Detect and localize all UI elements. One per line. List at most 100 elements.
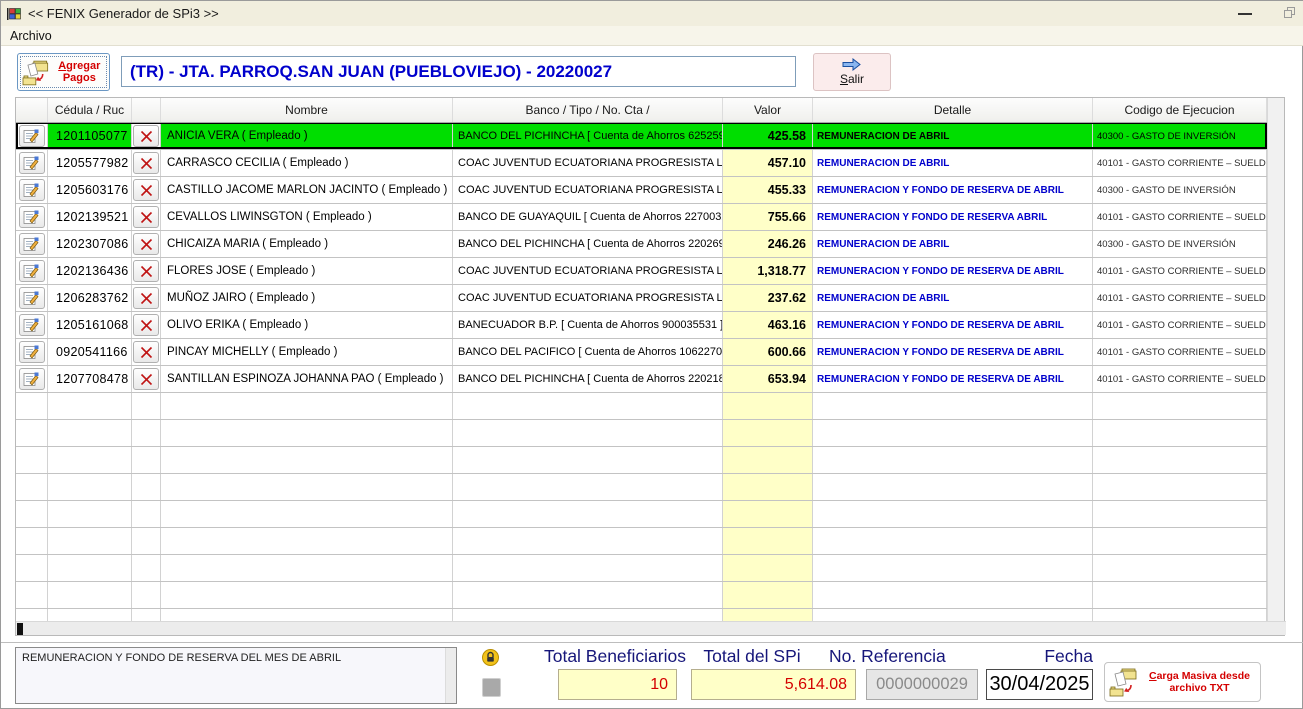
delete-row-button[interactable] [133, 233, 159, 255]
edit-row-button[interactable] [19, 233, 45, 255]
detalle-cell[interactable]: REMUNERACION DE ABRIL [813, 123, 1093, 149]
delete-row-button[interactable] [133, 206, 159, 228]
nombre-cell[interactable]: MUÑOZ JAIRO ( Empleado ) [161, 285, 453, 311]
total-beneficiarios-field[interactable] [558, 669, 677, 700]
banco-cell[interactable]: COAC JUVENTUD ECUATORIANA PROGRESISTA LT… [453, 285, 723, 311]
delete-row-button[interactable] [133, 152, 159, 174]
valor-cell[interactable]: 246.26 [723, 231, 813, 257]
minimize-button[interactable] [1238, 13, 1252, 15]
valor-cell[interactable]: 455.33 [723, 177, 813, 203]
nombre-cell[interactable]: PINCAY MICHELLY ( Empleado ) [161, 339, 453, 365]
entity-title-field[interactable] [121, 56, 796, 87]
codigo-cell[interactable]: 40300 - GASTO DE INVERSIÓN [1093, 177, 1267, 203]
edit-row-button[interactable] [19, 341, 45, 363]
cedula-cell[interactable]: 1207708478 [48, 366, 132, 392]
edit-row-button[interactable] [19, 125, 45, 147]
detalle-cell[interactable]: REMUNERACION Y FONDO DE RESERVA DE ABRIL [813, 258, 1093, 284]
agregar-pagos-button[interactable]: Agregar Pagos [17, 53, 110, 91]
delete-row-button[interactable] [133, 368, 159, 390]
nombre-cell[interactable]: CASTILLO JACOME MARLON JACINTO ( Emplead… [161, 177, 453, 203]
codigo-cell[interactable]: 40300 - GASTO DE INVERSIÓN [1093, 231, 1267, 257]
banco-cell[interactable]: BANCO DEL PICHINCHA [ Cuenta de Ahorros … [453, 123, 723, 149]
column-header-valor[interactable]: Valor [723, 98, 813, 122]
codigo-cell[interactable]: 40101 - GASTO CORRIENTE – SUELDOS [1093, 312, 1267, 338]
table-row[interactable]: 1205577982 CARRASCO CECILIA ( Empleado )C… [16, 150, 1267, 177]
table-row[interactable]: 1201105077 ANICIA VERA ( Empleado )BANCO … [16, 123, 1267, 150]
codigo-cell[interactable]: 40300 - GASTO DE INVERSIÓN [1093, 123, 1267, 149]
cedula-cell[interactable]: 1201105077 [48, 123, 132, 149]
salir-button[interactable]: Salir [813, 53, 891, 91]
table-row[interactable]: 0920541166 PINCAY MICHELLY ( Empleado )BA… [16, 339, 1267, 366]
nombre-cell[interactable]: CHICAIZA MARIA ( Empleado ) [161, 231, 453, 257]
memo-scrollbar[interactable] [445, 648, 456, 703]
cedula-cell[interactable]: 0920541166 [48, 339, 132, 365]
no-referencia-field[interactable] [866, 669, 978, 700]
cedula-cell[interactable]: 1202139521 [48, 204, 132, 230]
delete-row-button[interactable] [133, 287, 159, 309]
table-row[interactable]: 1205161068 OLIVO ERIKA ( Empleado )BANECU… [16, 312, 1267, 339]
detalle-cell[interactable]: REMUNERACION DE ABRIL [813, 231, 1093, 257]
edit-row-button[interactable] [19, 260, 45, 282]
valor-cell[interactable]: 1,318.77 [723, 258, 813, 284]
nombre-cell[interactable]: CARRASCO CECILIA ( Empleado ) [161, 150, 453, 176]
valor-cell[interactable]: 755.66 [723, 204, 813, 230]
column-header-detalle[interactable]: Detalle [813, 98, 1093, 122]
column-header-nombre[interactable]: Nombre [161, 98, 453, 122]
scrollbar-thumb[interactable] [17, 623, 23, 635]
nombre-cell[interactable]: OLIVO ERIKA ( Empleado ) [161, 312, 453, 338]
grid-horizontal-scrollbar[interactable] [16, 621, 1286, 635]
nombre-cell[interactable]: FLORES JOSE ( Empleado ) [161, 258, 453, 284]
delete-row-button[interactable] [133, 179, 159, 201]
valor-cell[interactable]: 425.58 [723, 123, 813, 149]
gray-square-button[interactable] [482, 678, 501, 697]
banco-cell[interactable]: BANCO DE GUAYAQUIL [ Cuenta de Ahorros 2… [453, 204, 723, 230]
banco-cell[interactable]: BANCO DEL PACIFICO [ Cuenta de Ahorros 1… [453, 339, 723, 365]
detalle-cell[interactable]: REMUNERACION DE ABRIL [813, 150, 1093, 176]
table-row[interactable]: 1205603176 CASTILLO JACOME MARLON JACINTO… [16, 177, 1267, 204]
codigo-cell[interactable]: 40101 - GASTO CORRIENTE – SUELDOS [1093, 204, 1267, 230]
detalle-cell[interactable]: REMUNERACION Y FONDO DE RESERVA DE ABRIL [813, 339, 1093, 365]
table-row[interactable]: 1202136436FLORES JOSE ( Empleado )COAC J… [16, 258, 1267, 285]
cedula-cell[interactable]: 1205161068 [48, 312, 132, 338]
detalle-cell[interactable]: REMUNERACION Y FONDO DE RESERVA DE ABRIL [813, 177, 1093, 203]
detalle-cell[interactable]: REMUNERACION Y FONDO DE RESERVA DE ABRIL [813, 312, 1093, 338]
banco-cell[interactable]: BANECUADOR B.P. [ Cuenta de Ahorros 9000… [453, 312, 723, 338]
codigo-cell[interactable]: 40101 - GASTO CORRIENTE – SUELDOS [1093, 258, 1267, 284]
delete-row-button[interactable] [133, 314, 159, 336]
valor-cell[interactable]: 463.16 [723, 312, 813, 338]
cedula-cell[interactable]: 1205577982 [48, 150, 132, 176]
edit-row-button[interactable] [19, 314, 45, 336]
codigo-cell[interactable]: 40101 - GASTO CORRIENTE – SUELDOS [1093, 366, 1267, 392]
detalle-cell[interactable]: REMUNERACION Y FONDO DE RESERVA ABRIL [813, 204, 1093, 230]
delete-row-button[interactable] [133, 341, 159, 363]
nombre-cell[interactable]: SANTILLAN ESPINOZA JOHANNA PAO ( Emplead… [161, 366, 453, 392]
codigo-cell[interactable]: 40101 - GASTO CORRIENTE – SUELDOS [1093, 339, 1267, 365]
banco-cell[interactable]: BANCO DEL PICHINCHA [ Cuenta de Ahorros … [453, 366, 723, 392]
banco-cell[interactable]: BANCO DEL PICHINCHA [ Cuenta de Ahorros … [453, 231, 723, 257]
carga-masiva-button[interactable]: Carga Masiva desde archivo TXT [1104, 662, 1261, 702]
total-spi-field[interactable] [691, 669, 856, 700]
grid-vertical-scrollbar[interactable] [1267, 98, 1284, 621]
cedula-cell[interactable]: 1202307086 [48, 231, 132, 257]
table-row[interactable]: 1202139521 CEVALLOS LIWINSGTON ( Empleado… [16, 204, 1267, 231]
codigo-cell[interactable]: 40101 - GASTO CORRIENTE – SUELDOS [1093, 285, 1267, 311]
menu-archivo[interactable]: Archivo [1, 26, 61, 45]
edit-row-button[interactable] [19, 368, 45, 390]
memo-textarea[interactable]: REMUNERACION Y FONDO DE RESERVA DEL MES … [16, 648, 456, 703]
nombre-cell[interactable]: CEVALLOS LIWINSGTON ( Empleado ) [161, 204, 453, 230]
banco-cell[interactable]: COAC JUVENTUD ECUATORIANA PROGRESISTA LT… [453, 177, 723, 203]
banco-cell[interactable]: COAC JUVENTUD ECUATORIANA PROGRESISTA LT… [453, 150, 723, 176]
column-header-banco-tipo-no-cta-[interactable]: Banco / Tipo / No. Cta / [453, 98, 723, 122]
valor-cell[interactable]: 653.94 [723, 366, 813, 392]
codigo-cell[interactable]: 40101 - GASTO CORRIENTE – SUELDOS [1093, 150, 1267, 176]
cedula-cell[interactable]: 1205603176 [48, 177, 132, 203]
table-row[interactable]: 1202307086 CHICAIZA MARIA ( Empleado )BAN… [16, 231, 1267, 258]
table-row[interactable]: 1206283762 MUÑOZ JAIRO ( Empleado )COAC J… [16, 285, 1267, 312]
detalle-cell[interactable]: REMUNERACION DE ABRIL [813, 285, 1093, 311]
detalle-cell[interactable]: REMUNERACION Y FONDO DE RESERVA DE ABRIL [813, 366, 1093, 392]
nombre-cell[interactable]: ANICIA VERA ( Empleado ) [161, 123, 453, 149]
valor-cell[interactable]: 457.10 [723, 150, 813, 176]
column-header-c-dula-ruc[interactable]: Cédula / Ruc [48, 98, 132, 122]
delete-row-button[interactable] [133, 260, 159, 282]
cedula-cell[interactable]: 1206283762 [48, 285, 132, 311]
